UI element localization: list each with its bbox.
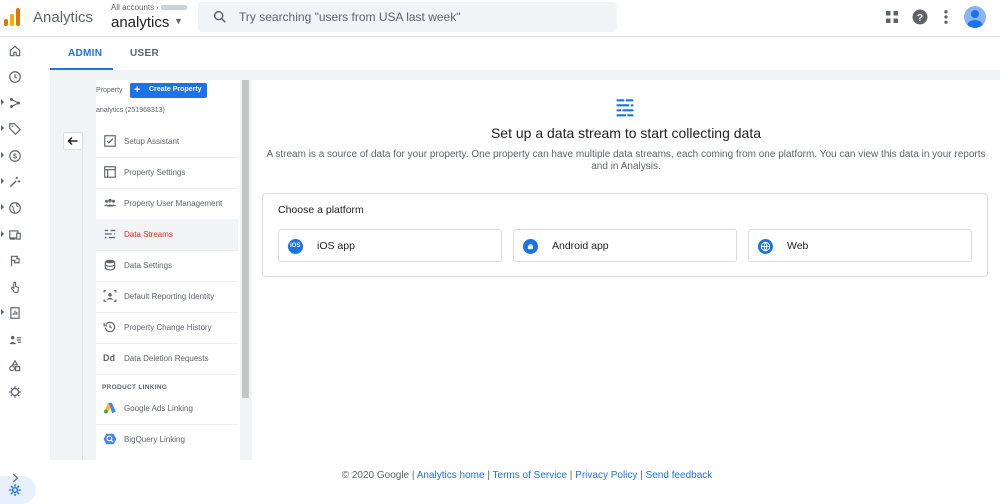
menu-default-reporting-identity[interactable]: Default Reporting Identity <box>96 281 238 312</box>
menu-bigquery-linking[interactable]: BigQuery Linking <box>96 424 238 455</box>
svg-text:$: $ <box>13 154 17 161</box>
back-arrow-icon <box>67 136 78 146</box>
help-icon[interactable]: ? <box>911 8 929 26</box>
tag-icon[interactable] <box>0 117 36 141</box>
acquisition-icon[interactable] <box>0 91 36 115</box>
globe-icon <box>758 239 773 254</box>
reports-icon[interactable] <box>0 301 36 325</box>
footer-link-terms[interactable]: Terms of Service <box>493 470 567 481</box>
create-property-button[interactable]: + Create Property <box>130 83 207 98</box>
top-bar: Analytics All accounts › analytics ▼ Try… <box>0 0 1000 37</box>
page-description: A stream is a source of data for your pr… <box>266 149 986 172</box>
property-label: Property <box>96 87 123 94</box>
property-scrollbar[interactable] <box>242 80 249 398</box>
bigquery-icon <box>103 433 117 445</box>
menu-property-user-management[interactable]: Property User Management <box>96 188 238 219</box>
people-icon <box>103 198 117 207</box>
search-input[interactable]: Try searching "users from USA last week" <box>239 10 460 24</box>
data-streams-illustration-icon <box>616 99 634 117</box>
account-selector[interactable]: analytics <box>111 14 169 31</box>
footer-link-feedback[interactable]: Send feedback <box>646 470 713 481</box>
history-icon <box>103 321 116 333</box>
home-icon[interactable] <box>0 39 36 63</box>
tree-connector <box>82 150 83 460</box>
menu-data-settings[interactable]: Data Settings <box>96 250 238 281</box>
choose-platform-label: Choose a platform <box>278 204 364 216</box>
checklist-icon <box>104 135 116 147</box>
touch-icon[interactable] <box>0 275 36 299</box>
tab-user[interactable]: USER <box>130 48 159 59</box>
back-arrow-button[interactable] <box>63 132 83 150</box>
identity-icon <box>103 290 117 302</box>
footer-link-privacy[interactable]: Privacy Policy <box>575 470 637 481</box>
monetization-icon[interactable]: $ <box>0 144 36 168</box>
left-nav-rail: $ <box>0 38 50 504</box>
account-dropdown-icon[interactable]: ▼ <box>174 16 183 26</box>
google-ads-icon <box>104 402 116 414</box>
search-icon <box>213 10 226 23</box>
database-icon <box>104 259 116 271</box>
devices-icon[interactable] <box>0 223 36 247</box>
admin-user-tabs: ADMIN USER <box>50 38 1000 70</box>
footer-link-analytics-home[interactable]: Analytics home <box>417 470 485 481</box>
user-list-icon[interactable] <box>0 328 36 352</box>
property-selector[interactable]: analytics (251968313) <box>96 107 165 114</box>
engagement-icon[interactable] <box>0 170 36 194</box>
more-vert-icon[interactable] <box>937 8 955 26</box>
menu-data-deletion-requests[interactable]: Dd Data Deletion Requests <box>96 343 238 374</box>
search-bar[interactable]: Try searching "users from USA last week" <box>198 2 617 32</box>
avatar[interactable] <box>964 6 986 28</box>
app-name[interactable]: Analytics <box>33 9 93 26</box>
ios-icon: iOS <box>288 239 303 254</box>
dd-icon: Dd <box>103 353 115 363</box>
tab-admin[interactable]: ADMIN <box>68 48 102 59</box>
apps-grid-icon[interactable] <box>883 8 901 26</box>
flag-icon[interactable] <box>0 249 36 273</box>
menu-google-ads-linking[interactable]: Google Ads Linking <box>96 393 238 424</box>
svg-text:?: ? <box>917 12 923 24</box>
page-title: Set up a data stream to start collecting… <box>490 125 762 141</box>
product-linking-heading: PRODUCT LINKING <box>102 384 168 391</box>
web-button[interactable]: Web <box>748 229 972 262</box>
realtime-clock-icon[interactable] <box>0 65 36 89</box>
ios-app-button[interactable]: iOS iOS app <box>278 229 502 262</box>
settings-page-icon <box>104 166 116 178</box>
analytics-logo-icon[interactable] <box>4 8 22 26</box>
globe-icon[interactable] <box>0 196 36 220</box>
explore-icon[interactable] <box>0 354 36 378</box>
account-breadcrumb[interactable]: All accounts › <box>111 3 188 12</box>
menu-property-change-history[interactable]: Property Change History <box>96 312 238 343</box>
menu-data-streams[interactable]: Data Streams <box>96 219 238 250</box>
plus-icon: + <box>134 84 141 96</box>
menu-property-settings[interactable]: Property Settings <box>96 157 238 188</box>
configure-icon[interactable] <box>0 380 36 404</box>
android-app-button[interactable]: Android app <box>513 229 737 262</box>
menu-setup-assistant[interactable]: Setup Assistant <box>96 126 238 157</box>
android-icon <box>523 239 538 254</box>
data-streams-icon <box>104 229 116 239</box>
footer-links: © 2020 Google | Analytics home | Terms o… <box>341 470 713 481</box>
